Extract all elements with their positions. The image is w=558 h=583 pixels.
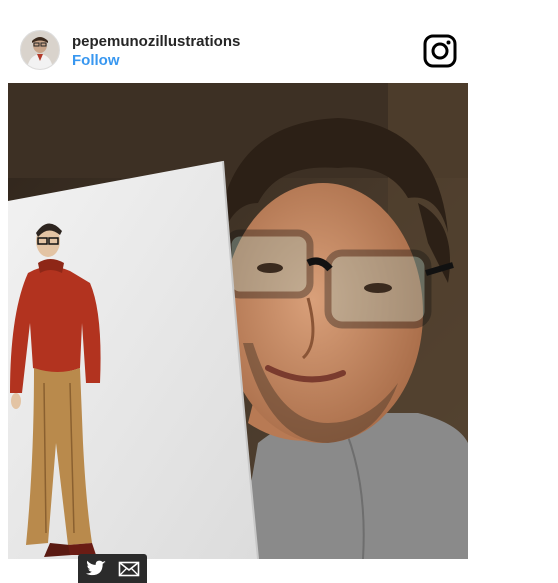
instagram-icon[interactable] <box>423 34 457 68</box>
avatar-image <box>21 31 59 69</box>
post-header: pepemunozillustrations Follow <box>0 0 558 83</box>
twitter-icon[interactable] <box>84 558 108 580</box>
follow-button[interactable]: Follow <box>72 52 120 69</box>
mail-icon[interactable] <box>117 558 141 580</box>
post-photo[interactable] <box>8 83 468 559</box>
share-bar <box>78 554 147 583</box>
selfie-with-illustration-image <box>8 83 468 559</box>
username-link[interactable]: pepemunozillustrations <box>72 33 240 50</box>
avatar[interactable] <box>20 30 60 70</box>
